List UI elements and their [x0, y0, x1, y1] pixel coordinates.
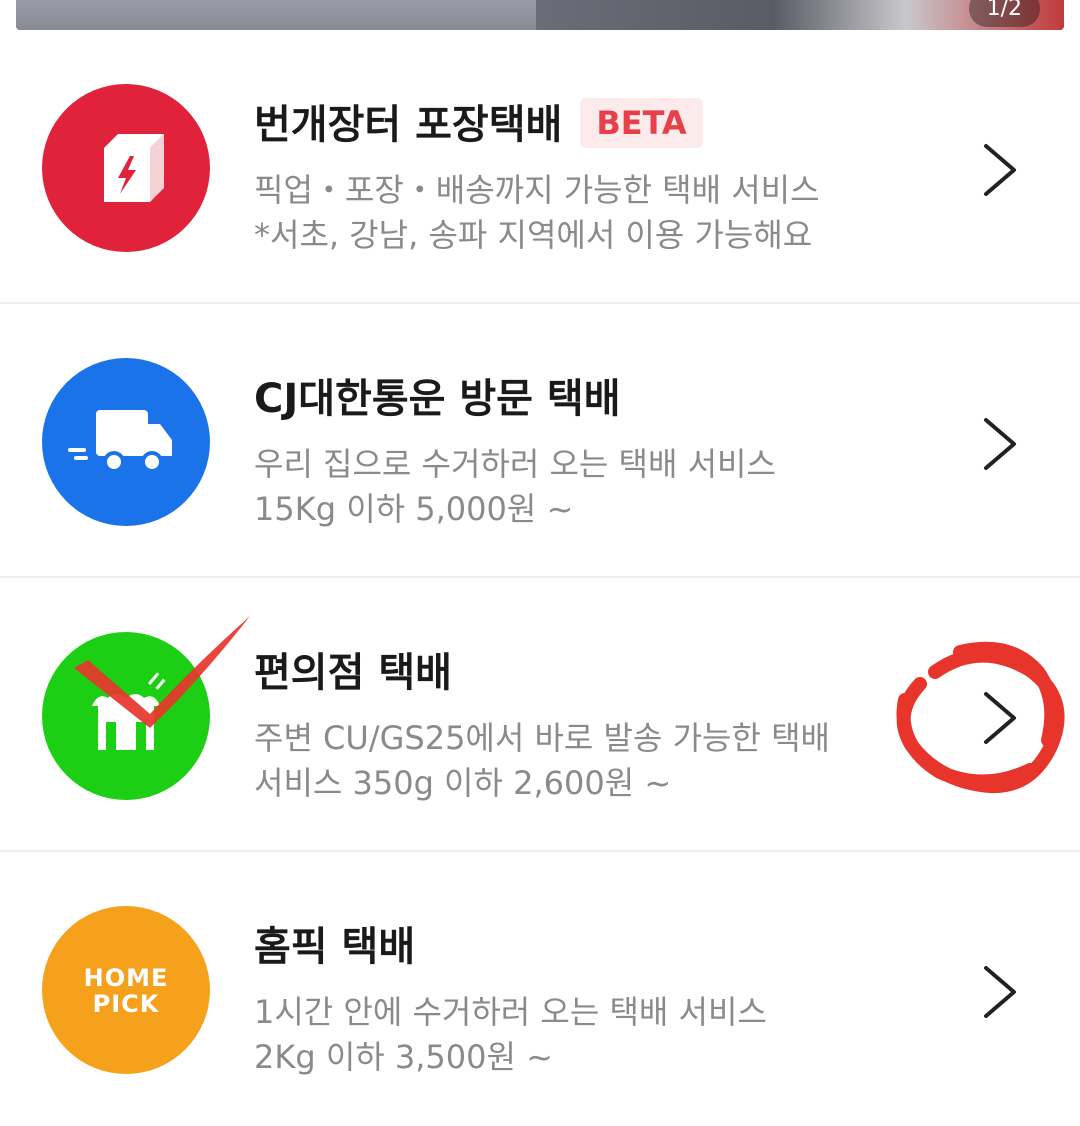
description-line-2: *서초, 강남, 송파 지역에서 이용 가능해요 [254, 216, 813, 254]
chevron-right-icon[interactable] [978, 688, 1022, 748]
service-description: 픽업・포장・배송까지 가능한 택배 서비스 *서초, 강남, 송파 지역에서 이… [254, 168, 820, 258]
homepick-logo-line1: HOME [84, 964, 169, 992]
service-description: 1시간 안에 수거하러 오는 택배 서비스 2Kg 이하 3,500원 ~ [254, 990, 767, 1080]
delivery-truck-icon [42, 358, 210, 526]
service-title: 편의점 택배 [254, 650, 452, 696]
homepick-logo-line2: PICK [93, 990, 160, 1018]
service-row-convenience-store[interactable]: 편의점 택배 주변 CU/GS25에서 바로 발송 가능한 택배 서비스 350… [0, 580, 1080, 852]
chevron-right-icon[interactable] [978, 414, 1022, 474]
description-line-2: 2Kg 이하 3,500원 ~ [254, 1038, 553, 1076]
service-row-cj[interactable]: CJ대한통운 방문 택배 우리 집으로 수거하러 오는 택배 서비스 15Kg … [0, 306, 1080, 578]
description-line-1: 우리 집으로 수거하러 오는 택배 서비스 [254, 445, 776, 483]
description-line-2: 서비스 350g 이하 2,600원 ~ [254, 764, 672, 802]
description-line-1: 주변 CU/GS25에서 바로 발송 가능한 택배 [254, 719, 830, 757]
beta-badge: BETA [580, 98, 703, 148]
chevron-right-icon[interactable] [978, 140, 1022, 200]
service-row-bunjang[interactable]: 번개장터 포장택배 BETA 픽업・포장・배송까지 가능한 택배 서비스 *서초,… [0, 32, 1080, 304]
homepick-logo: HOME PICK [42, 906, 210, 1074]
service-row-homepick[interactable]: HOME PICK 홈픽 택배 1시간 안에 수거하러 오는 택배 서비스 2K… [0, 854, 1080, 1126]
description-line-2: 15Kg 이하 5,000원 ~ [254, 490, 574, 528]
description-line-1: 픽업・포장・배송까지 가능한 택배 서비스 [254, 171, 820, 209]
service-title-text: 번개장터 포장택배 [254, 102, 563, 148]
service-title: CJ대한통운 방문 택배 [254, 376, 621, 422]
banner-image-left [16, 0, 536, 30]
row-divider [0, 576, 1080, 578]
description-line-1: 1시간 안에 수거하러 오는 택배 서비스 [254, 993, 767, 1031]
service-title: 홈픽 택배 [254, 924, 416, 970]
row-divider [0, 302, 1080, 304]
convenience-store-icon [42, 632, 210, 800]
banner-page-counter: 1/2 [968, 0, 1040, 27]
row-divider [0, 850, 1080, 852]
chevron-right-icon[interactable] [978, 962, 1022, 1022]
service-title: 번개장터 포장택배 BETA [254, 92, 703, 152]
box-lightning-icon [42, 84, 210, 252]
service-description: 우리 집으로 수거하러 오는 택배 서비스 15Kg 이하 5,000원 ~ [254, 442, 776, 532]
service-description: 주변 CU/GS25에서 바로 발송 가능한 택배 서비스 350g 이하 2,… [254, 716, 830, 806]
top-banner[interactable]: 1/2 [16, 0, 1064, 30]
